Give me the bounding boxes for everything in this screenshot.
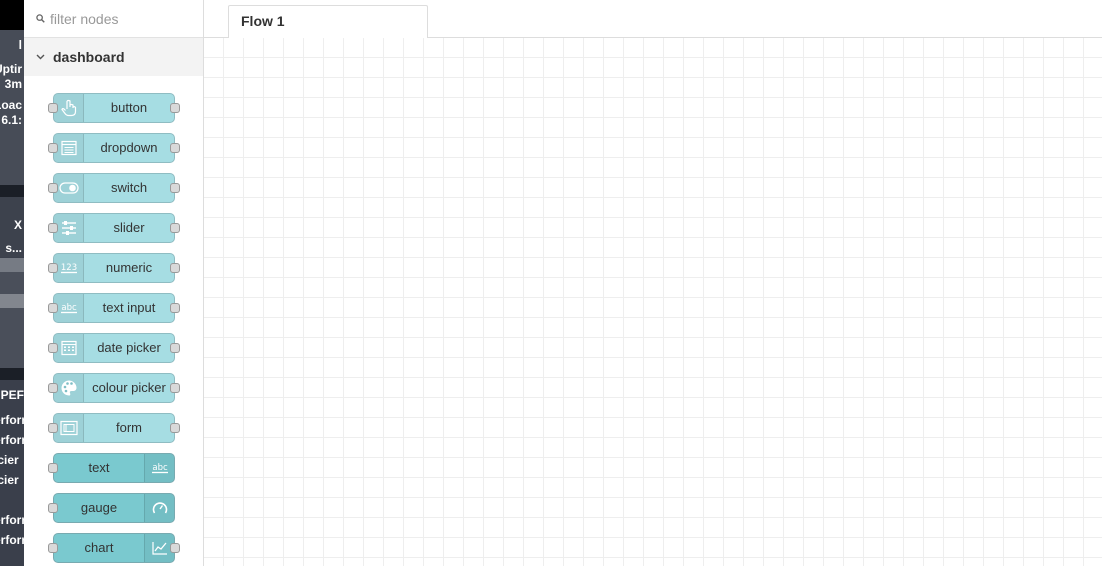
svg-text:abc: abc (152, 463, 168, 473)
palette-node-text[interactable]: text abc (48, 453, 175, 483)
input-port (48, 263, 58, 273)
output-port (170, 383, 180, 393)
toggle-icon (54, 174, 84, 202)
flow-canvas[interactable] (204, 38, 1102, 566)
palette-node-gauge[interactable]: gauge (48, 493, 175, 523)
bg-fragment: erforr (0, 533, 24, 547)
input-port (48, 143, 58, 153)
bg-fragment: 3m (4, 77, 22, 91)
node-label: text input (102, 300, 156, 315)
node-label: gauge (80, 500, 118, 515)
input-port (48, 343, 58, 353)
sliders-icon (54, 214, 84, 242)
node-palette: dashboard button dropdown switch slider (24, 0, 204, 566)
filter-nodes-input[interactable] (50, 10, 190, 27)
background-window-strip: l Uptir 3m Loac 6.1: X s... JPEF erforr … (0, 0, 24, 566)
bg-fragment: erforr (0, 433, 24, 447)
input-port (48, 223, 58, 233)
calendar-icon (54, 334, 84, 362)
palette-node-text-input[interactable]: abc text input (48, 293, 180, 323)
input-port (48, 183, 58, 193)
input-port (48, 463, 58, 473)
palette-node-numeric[interactable]: 123 numeric (48, 253, 180, 283)
palette-filter (24, 0, 203, 38)
bg-fragment: icier (0, 473, 19, 487)
output-port (170, 183, 180, 193)
palette-node-colour-picker[interactable]: colour picker (48, 373, 180, 403)
output-port (170, 423, 180, 433)
node-label: chart (84, 540, 114, 555)
text-abc-icon: abc (54, 294, 84, 322)
bg-fragment: icier (0, 453, 19, 467)
output-port (170, 223, 180, 233)
palette-node-date-picker[interactable]: date picker (48, 333, 180, 363)
chevron-down-icon (36, 54, 45, 60)
node-label: switch (110, 180, 148, 195)
bg-fragment: 6.1: (1, 113, 22, 127)
svg-text:abc: abc (61, 303, 77, 313)
category-label: dashboard (53, 49, 125, 65)
bg-fragment: Loac (0, 98, 22, 112)
input-port (48, 503, 58, 513)
palette-category-dashboard[interactable]: dashboard (24, 38, 203, 76)
output-port (170, 263, 180, 273)
output-port (170, 103, 180, 113)
input-port (48, 423, 58, 433)
gauge-icon (144, 494, 174, 522)
node-label: slider (113, 220, 145, 235)
text-abc-icon: abc (144, 454, 174, 482)
form-icon (54, 414, 84, 442)
tab-flow-1[interactable]: Flow 1 (228, 5, 428, 39)
node-label: colour picker (92, 380, 166, 395)
input-port (48, 303, 58, 313)
node-label: date picker (97, 340, 161, 355)
palette-node-chart[interactable]: chart (48, 533, 180, 563)
bg-fragment: l (18, 38, 22, 52)
input-port (48, 103, 58, 113)
node-label: dropdown (100, 140, 158, 155)
bg-fragment: s... (5, 241, 22, 255)
bg-fragment: erforr (0, 513, 24, 527)
node-label: button (110, 100, 148, 115)
numeric-123-icon: 123 (54, 254, 84, 282)
list-icon (54, 134, 84, 162)
workspace: Flow 1 (204, 0, 1102, 566)
bg-fragment: Uptir (0, 62, 22, 76)
node-label: numeric (105, 260, 153, 275)
output-port (170, 543, 180, 553)
bg-fragment: X (13, 218, 22, 232)
node-label: text (88, 460, 110, 475)
input-port (48, 383, 58, 393)
output-port (170, 303, 180, 313)
search-icon (36, 14, 45, 23)
bg-fragment: JPEF (0, 388, 24, 402)
output-port (170, 143, 180, 153)
palette-icon (54, 374, 84, 402)
output-port (170, 343, 180, 353)
palette-node-button[interactable]: button (48, 93, 180, 123)
svg-text:123: 123 (60, 263, 76, 273)
bg-fragment: erforr (0, 413, 24, 427)
hand-pointer-icon (54, 94, 84, 122)
workspace-tabs: Flow 1 (204, 0, 1102, 39)
palette-node-slider[interactable]: slider (48, 213, 180, 243)
input-port (48, 543, 58, 553)
palette-node-form[interactable]: form (48, 413, 180, 443)
palette-node-switch[interactable]: switch (48, 173, 180, 203)
node-label: form (116, 420, 142, 435)
palette-node-dropdown[interactable]: dropdown (48, 133, 180, 163)
